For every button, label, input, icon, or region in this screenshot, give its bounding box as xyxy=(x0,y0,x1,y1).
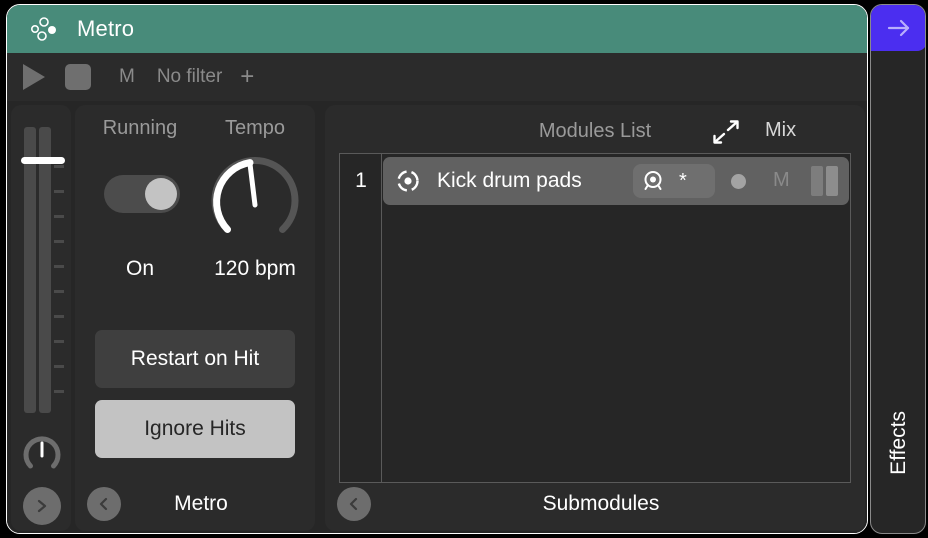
module-mute-button[interactable]: M xyxy=(773,169,790,192)
volume-fader[interactable] xyxy=(21,119,66,419)
effects-label: Effects xyxy=(887,411,910,475)
chevron-left-icon xyxy=(349,497,358,511)
submodules-footer-title: Submodules xyxy=(542,492,660,515)
dots-logo-icon xyxy=(27,14,57,44)
module-target-icon xyxy=(395,168,421,194)
modules-list: 1 Kick drum pads * M xyxy=(339,153,851,483)
chevron-right-icon xyxy=(37,499,47,513)
filter-dropdown[interactable]: No filter xyxy=(157,66,222,88)
pan-knob[interactable] xyxy=(23,435,61,473)
metro-footer-title: Metro xyxy=(174,492,228,515)
window-body: Running Tempo On 120 bpm Restart on Hit … xyxy=(7,101,867,533)
running-toggle[interactable] xyxy=(104,175,180,213)
tempo-knob[interactable] xyxy=(207,153,303,249)
metro-back-button[interactable] xyxy=(87,487,121,521)
main-window: Metro M No filter + Running Tempo On 120… xyxy=(6,4,868,534)
tempo-value: 120 bpm xyxy=(214,257,296,280)
modules-header: Modules List Mix xyxy=(325,105,865,157)
modules-panel: Modules List Mix 1 Kick drum pads * M Su… xyxy=(325,105,865,531)
table-row-number: 1 xyxy=(355,169,367,192)
toggle-knob xyxy=(145,178,177,210)
play-icon[interactable] xyxy=(23,64,45,90)
metro-panel-footer: Metro xyxy=(75,477,315,531)
app-root: Metro M No filter + Running Tempo On 120… xyxy=(0,0,928,538)
table-row[interactable]: Kick drum pads * M xyxy=(383,157,849,205)
module-record-dot[interactable] xyxy=(731,174,746,189)
module-output-icon xyxy=(641,169,665,193)
module-name: Kick drum pads xyxy=(437,169,582,192)
ignore-hits-button[interactable]: Ignore Hits xyxy=(95,400,295,458)
fader-track-right xyxy=(39,127,51,413)
chevron-left-icon xyxy=(99,497,108,511)
running-label: Running xyxy=(102,117,178,139)
stop-icon[interactable] xyxy=(65,64,91,90)
module-output-pill[interactable]: * xyxy=(633,164,715,198)
effects-label-wrap: Effects xyxy=(871,373,925,513)
metro-parameters-panel: Running Tempo On 120 bpm Restart on Hit … xyxy=(75,105,315,531)
restart-on-hit-button[interactable]: Restart on Hit xyxy=(95,330,295,388)
fader-ticks xyxy=(54,165,66,417)
mixer-expand-button[interactable] xyxy=(23,487,61,525)
effects-rail: Effects xyxy=(870,4,926,534)
title-bar: Metro xyxy=(7,5,867,53)
fader-track-left xyxy=(24,127,36,413)
tempo-label: Tempo xyxy=(224,117,286,139)
submodules-back-button[interactable] xyxy=(337,487,371,521)
arrow-right-icon xyxy=(887,19,910,37)
effects-open-button[interactable] xyxy=(871,5,925,51)
module-star-label: * xyxy=(679,170,687,192)
fader-handle[interactable] xyxy=(21,157,65,164)
running-value: On xyxy=(125,257,154,280)
modules-panel-footer: Submodules xyxy=(325,477,865,531)
expand-icon[interactable] xyxy=(711,117,741,147)
metronome-toggle-label[interactable]: M xyxy=(119,66,135,88)
page-title: Metro xyxy=(77,16,135,41)
add-filter-button[interactable]: + xyxy=(240,63,254,91)
mixer-strip xyxy=(11,105,71,531)
module-level-bars xyxy=(811,166,839,196)
toolbar: M No filter + xyxy=(7,53,867,101)
mix-button[interactable]: Mix xyxy=(765,119,796,142)
